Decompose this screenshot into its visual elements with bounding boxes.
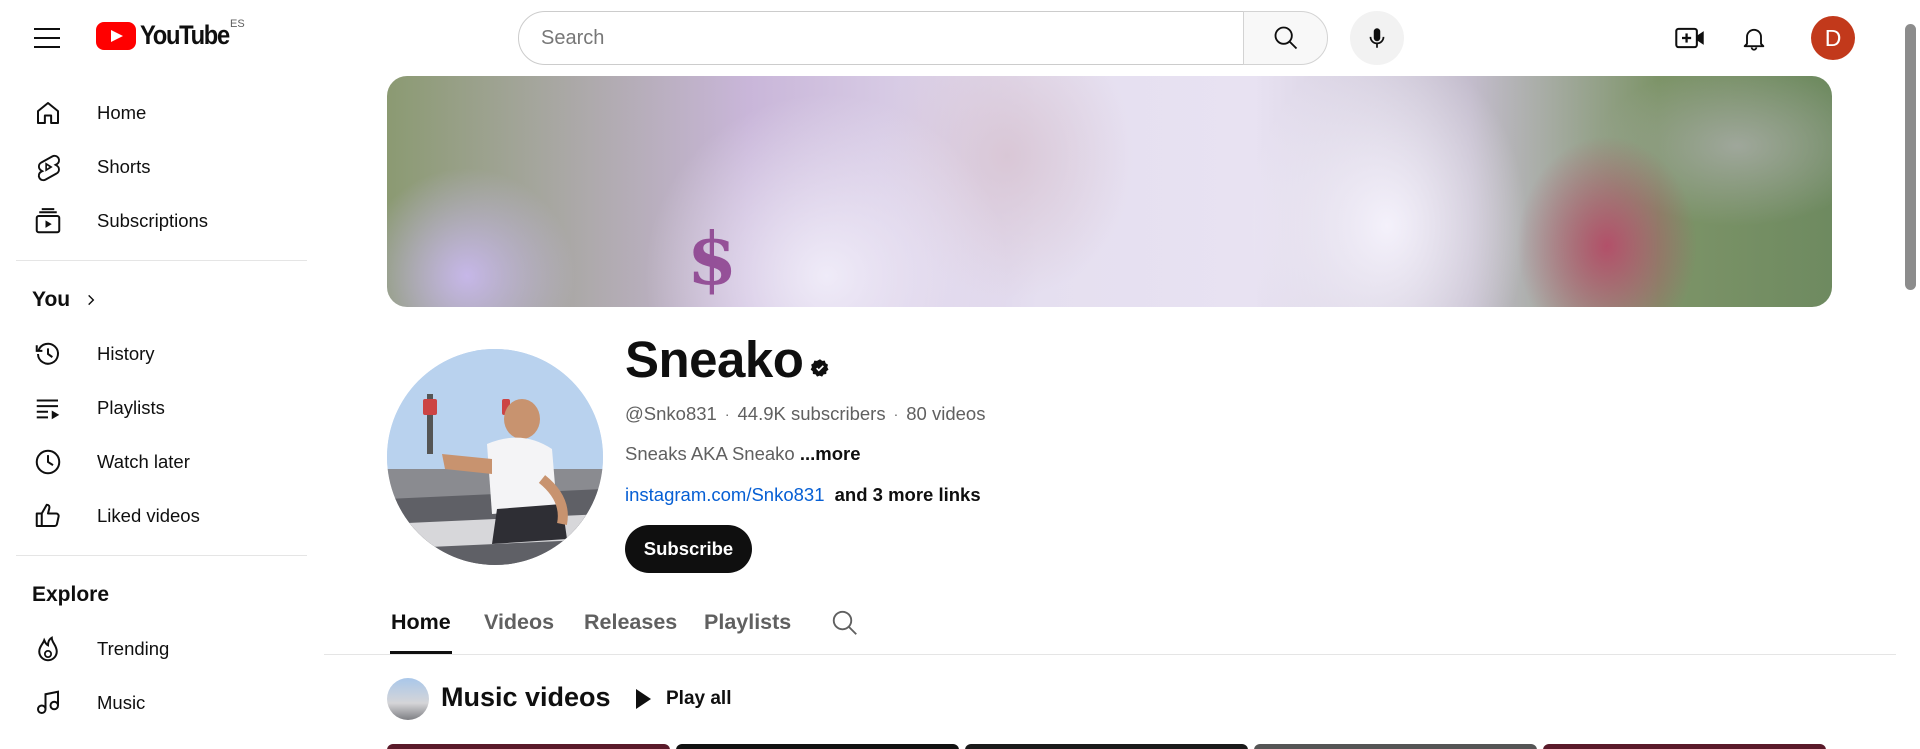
sidebar-divider: [16, 555, 307, 556]
play-icon: [636, 689, 651, 709]
menu-icon[interactable]: [30, 22, 66, 54]
sidebar-item-watch-later[interactable]: Watch later: [0, 435, 320, 489]
verified-badge-icon: [810, 359, 829, 377]
subscribe-button[interactable]: Subscribe: [625, 525, 752, 573]
video-thumbnail[interactable]: [1543, 744, 1826, 749]
sidebar: Home Shorts Subscriptions You History Pl…: [0, 86, 320, 730]
masthead: YouTube ES Search D: [0, 0, 1900, 76]
sidebar-item-label: Playlists: [97, 397, 165, 418]
video-count: 80 videos: [906, 403, 986, 424]
youtube-play-icon: [96, 21, 136, 50]
video-thumbnail[interactable]: [1254, 744, 1537, 749]
sidebar-item-label: Subscriptions: [97, 210, 209, 231]
microphone-icon: [1369, 28, 1385, 48]
instagram-link[interactable]: instagram.com/Snko831: [625, 484, 825, 505]
active-tab-indicator: [390, 651, 452, 654]
tab-playlists[interactable]: Playlists: [704, 610, 791, 635]
channel-tabs: Home Videos Releases Playlists: [324, 600, 1896, 655]
home-icon: [32, 97, 64, 129]
banner-shirt-logo: $: [687, 216, 738, 301]
history-icon: [32, 338, 64, 370]
bell-icon: [1743, 28, 1765, 51]
channel-banner: $: [387, 76, 1832, 307]
sidebar-item-trending[interactable]: Trending: [0, 622, 320, 676]
sidebar-divider: [16, 260, 307, 261]
you-title: You: [32, 288, 71, 311]
create-video-icon: [1675, 27, 1704, 49]
channel-links: instagram.com/Snko831 and 3 more links: [625, 484, 981, 506]
meta-separator: ·: [893, 406, 899, 422]
sidebar-item-subscriptions[interactable]: Subscriptions: [0, 194, 320, 248]
channel-description: Sneaks AKA Sneako ...more: [625, 443, 861, 465]
channel-avatar-image: [387, 349, 603, 565]
more-links-button[interactable]: and 3 more links: [835, 484, 981, 505]
video-thumbnail[interactable]: [965, 744, 1248, 749]
sidebar-item-label: Home: [97, 102, 147, 123]
sidebar-item-label: Shorts: [97, 156, 151, 177]
shorts-icon: [32, 151, 64, 183]
watch-later-icon: [32, 446, 64, 478]
sidebar-item-label: Music: [97, 692, 146, 713]
subscriber-count: 44.9K subscribers: [737, 403, 886, 424]
chevron-right-icon: [84, 293, 98, 307]
channel-avatar[interactable]: [387, 349, 603, 565]
video-thumbnail[interactable]: [676, 744, 959, 749]
sidebar-item-label: History: [97, 343, 155, 364]
youtube-logo[interactable]: YouTube: [96, 20, 241, 51]
shelf-title: Music videos: [441, 682, 611, 712]
playlists-icon: [32, 392, 64, 424]
channel-meta: @Snko831 · 44.9K subscribers · 80 videos: [625, 403, 985, 425]
channel-name: Sneako: [625, 331, 804, 388]
sidebar-you-header[interactable]: You: [0, 273, 320, 327]
logo-text: YouTube: [140, 20, 230, 50]
trending-icon: [32, 633, 64, 665]
sidebar-explore-header: Explore: [32, 583, 110, 606]
shelf-channel-avatar: [387, 678, 429, 720]
play-all-button[interactable]: Play all: [620, 680, 746, 718]
sidebar-item-label: Watch later: [97, 451, 190, 472]
liked-icon: [32, 500, 64, 532]
channel-handle: @Snko831: [625, 403, 717, 424]
search-button[interactable]: [1243, 11, 1328, 65]
music-icon: [32, 687, 64, 719]
sidebar-item-liked-videos[interactable]: Liked videos: [0, 489, 320, 543]
tab-releases[interactable]: Releases: [584, 610, 677, 635]
tab-videos[interactable]: Videos: [484, 610, 554, 635]
sidebar-item-music[interactable]: Music: [0, 676, 320, 730]
account-avatar[interactable]: D: [1811, 16, 1855, 60]
create-button[interactable]: [1670, 20, 1710, 56]
sidebar-item-playlists[interactable]: Playlists: [0, 381, 320, 435]
sidebar-item-home[interactable]: Home: [0, 86, 320, 140]
channel-search-icon[interactable]: [830, 608, 860, 638]
sidebar-item-history[interactable]: History: [0, 327, 320, 381]
voice-search-button[interactable]: [1350, 11, 1404, 65]
description-text: Sneaks AKA Sneako: [625, 443, 795, 464]
subscriptions-icon: [32, 205, 64, 237]
page-scrollbar[interactable]: [1900, 0, 1920, 749]
notifications-button[interactable]: [1734, 18, 1774, 58]
description-more-link[interactable]: ...more: [800, 443, 861, 464]
meta-separator: ·: [724, 406, 730, 422]
video-thumbnail[interactable]: [387, 744, 670, 749]
sidebar-item-label: Trending: [97, 638, 170, 659]
tab-home[interactable]: Home: [391, 610, 451, 635]
sidebar-item-shorts[interactable]: Shorts: [0, 140, 320, 194]
sidebar-item-label: Liked videos: [97, 505, 200, 526]
country-code: ES: [230, 18, 245, 30]
search-placeholder: Search: [541, 26, 605, 49]
play-all-label: Play all: [666, 688, 732, 709]
scrollbar-thumb[interactable]: [1905, 24, 1916, 290]
search-icon: [1274, 26, 1297, 50]
search-input[interactable]: Search: [518, 11, 1244, 65]
